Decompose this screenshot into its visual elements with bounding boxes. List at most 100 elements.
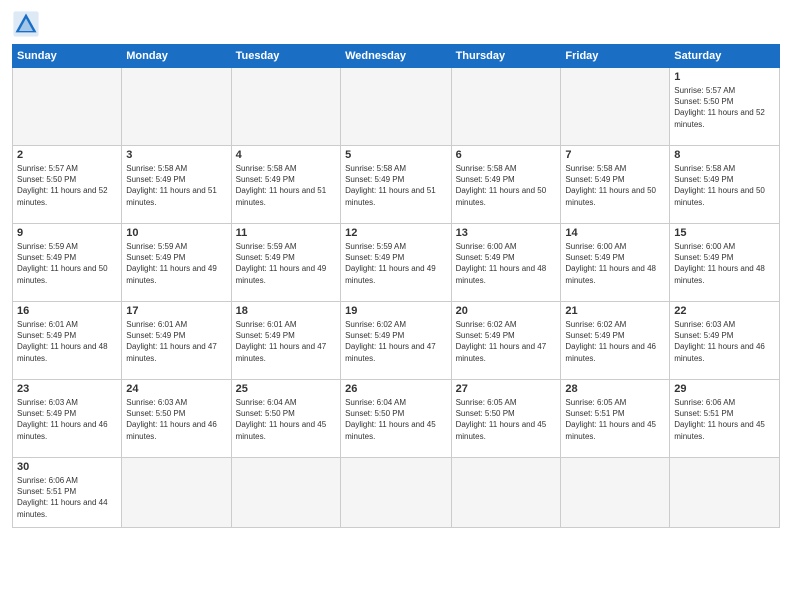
- calendar-cell-4-4: 19 Sunrise: 6:02 AMSunset: 5:49 PMDayligh…: [341, 302, 451, 380]
- day-info: Sunrise: 6:02 AMSunset: 5:49 PMDaylight:…: [456, 319, 557, 364]
- day-number: 27: [456, 383, 557, 395]
- calendar-cell-6-6: [561, 458, 670, 528]
- calendar-cell-2-7: 8Sunrise: 5:58 AMSunset: 5:49 PMDaylight…: [670, 146, 780, 224]
- day-info: Sunrise: 6:03 AMSunset: 5:49 PMDaylight:…: [674, 319, 775, 364]
- day-number: 15: [674, 227, 775, 239]
- calendar-week-4: 16 Sunrise: 6:01 AMSunset: 5:49 PMDayligh…: [13, 302, 780, 380]
- calendar-cell-3-6: 14 Sunrise: 6:00 AMSunset: 5:49 PMDayligh…: [561, 224, 670, 302]
- weekday-header-thursday: Thursday: [451, 45, 561, 68]
- day-number: 24: [126, 383, 226, 395]
- day-number: 4: [236, 149, 336, 161]
- day-number: 7: [565, 149, 665, 161]
- day-info: Sunrise: 6:02 AMSunset: 5:49 PMDaylight:…: [345, 319, 446, 364]
- calendar-cell-1-5: [451, 68, 561, 146]
- calendar-cell-1-2: [122, 68, 231, 146]
- logo: [12, 10, 44, 38]
- calendar-cell-2-1: 2 Sunrise: 5:57 AMSunset: 5:50 PMDaylight…: [13, 146, 122, 224]
- calendar-cell-4-5: 20Sunrise: 6:02 AMSunset: 5:49 PMDayligh…: [451, 302, 561, 380]
- weekday-header-saturday: Saturday: [670, 45, 780, 68]
- calendar-cell-6-5: [451, 458, 561, 528]
- calendar-cell-1-7: 1Sunrise: 5:57 AMSunset: 5:50 PMDaylight…: [670, 68, 780, 146]
- calendar-cell-5-4: 26 Sunrise: 6:04 AMSunset: 5:50 PMDayligh…: [341, 380, 451, 458]
- day-number: 12: [345, 227, 446, 239]
- day-number: 8: [674, 149, 775, 161]
- day-info: Sunrise: 5:59 AMSunset: 5:49 PMDaylight:…: [17, 241, 117, 286]
- weekday-header-sunday: Sunday: [13, 45, 122, 68]
- calendar-cell-3-1: 9 Sunrise: 5:59 AMSunset: 5:49 PMDaylight…: [13, 224, 122, 302]
- calendar-cell-3-7: 15 Sunrise: 6:00 AMSunset: 5:49 PMDayligh…: [670, 224, 780, 302]
- day-number: 28: [565, 383, 665, 395]
- day-number: 13: [456, 227, 557, 239]
- day-info: Sunrise: 5:57 AMSunset: 5:50 PMDaylight:…: [17, 163, 117, 208]
- day-number: 29: [674, 383, 775, 395]
- calendar-cell-5-2: 24 Sunrise: 6:03 AMSunset: 5:50 PMDayligh…: [122, 380, 231, 458]
- calendar-cell-4-3: 18 Sunrise: 6:01 AMSunset: 5:49 PMDayligh…: [231, 302, 340, 380]
- calendar-cell-2-4: 5 Sunrise: 5:58 AMSunset: 5:49 PMDaylight…: [341, 146, 451, 224]
- calendar-cell-6-1: 30 Sunrise: 6:06 AMSunset: 5:51 PMDayligh…: [13, 458, 122, 528]
- day-info: Sunrise: 6:04 AMSunset: 5:50 PMDaylight:…: [345, 397, 446, 442]
- day-number: 26: [345, 383, 446, 395]
- day-info: Sunrise: 5:58 AMSunset: 5:49 PMDaylight:…: [236, 163, 336, 208]
- calendar-week-6: 30 Sunrise: 6:06 AMSunset: 5:51 PMDayligh…: [13, 458, 780, 528]
- day-info: Sunrise: 6:06 AMSunset: 5:51 PMDaylight:…: [674, 397, 775, 442]
- calendar-cell-1-6: [561, 68, 670, 146]
- day-info: Sunrise: 6:05 AMSunset: 5:50 PMDaylight:…: [456, 397, 557, 442]
- day-number: 18: [236, 305, 336, 317]
- calendar-cell-6-4: [341, 458, 451, 528]
- day-info: Sunrise: 5:57 AMSunset: 5:50 PMDaylight:…: [674, 85, 775, 130]
- day-number: 11: [236, 227, 336, 239]
- calendar-cell-4-6: 21Sunrise: 6:02 AMSunset: 5:49 PMDayligh…: [561, 302, 670, 380]
- calendar-cell-5-7: 29 Sunrise: 6:06 AMSunset: 5:51 PMDayligh…: [670, 380, 780, 458]
- calendar-cell-2-5: 6Sunrise: 5:58 AMSunset: 5:49 PMDaylight…: [451, 146, 561, 224]
- calendar-cell-5-5: 27 Sunrise: 6:05 AMSunset: 5:50 PMDayligh…: [451, 380, 561, 458]
- day-number: 5: [345, 149, 446, 161]
- day-number: 22: [674, 305, 775, 317]
- calendar-cell-4-7: 22 Sunrise: 6:03 AMSunset: 5:49 PMDayligh…: [670, 302, 780, 380]
- calendar-cell-3-5: 13 Sunrise: 6:00 AMSunset: 5:49 PMDayligh…: [451, 224, 561, 302]
- page: SundayMondayTuesdayWednesdayThursdayFrid…: [0, 0, 792, 612]
- day-number: 23: [17, 383, 117, 395]
- day-info: Sunrise: 6:01 AMSunset: 5:49 PMDaylight:…: [126, 319, 226, 364]
- day-info: Sunrise: 6:06 AMSunset: 5:51 PMDaylight:…: [17, 475, 117, 520]
- day-info: Sunrise: 6:03 AMSunset: 5:50 PMDaylight:…: [126, 397, 226, 442]
- day-number: 30: [17, 461, 117, 473]
- day-info: Sunrise: 6:00 AMSunset: 5:49 PMDaylight:…: [674, 241, 775, 286]
- day-number: 16: [17, 305, 117, 317]
- calendar-cell-3-4: 12Sunrise: 5:59 AMSunset: 5:49 PMDayligh…: [341, 224, 451, 302]
- day-info: Sunrise: 6:01 AMSunset: 5:49 PMDaylight:…: [17, 319, 117, 364]
- calendar-cell-3-3: 11Sunrise: 5:59 AMSunset: 5:49 PMDayligh…: [231, 224, 340, 302]
- day-number: 19: [345, 305, 446, 317]
- calendar-cell-1-4: [341, 68, 451, 146]
- calendar-week-5: 23Sunrise: 6:03 AMSunset: 5:49 PMDayligh…: [13, 380, 780, 458]
- logo-icon: [12, 10, 40, 38]
- day-info: Sunrise: 5:58 AMSunset: 5:49 PMDaylight:…: [126, 163, 226, 208]
- day-info: Sunrise: 6:05 AMSunset: 5:51 PMDaylight:…: [565, 397, 665, 442]
- day-number: 25: [236, 383, 336, 395]
- day-info: Sunrise: 6:00 AMSunset: 5:49 PMDaylight:…: [456, 241, 557, 286]
- day-info: Sunrise: 6:02 AMSunset: 5:49 PMDaylight:…: [565, 319, 665, 364]
- calendar-cell-1-3: [231, 68, 340, 146]
- day-info: Sunrise: 5:59 AMSunset: 5:49 PMDaylight:…: [126, 241, 226, 286]
- calendar-week-2: 2 Sunrise: 5:57 AMSunset: 5:50 PMDaylight…: [13, 146, 780, 224]
- day-number: 2: [17, 149, 117, 161]
- day-info: Sunrise: 6:00 AMSunset: 5:49 PMDaylight:…: [565, 241, 665, 286]
- day-number: 17: [126, 305, 226, 317]
- calendar-cell-5-6: 28 Sunrise: 6:05 AMSunset: 5:51 PMDayligh…: [561, 380, 670, 458]
- day-info: Sunrise: 6:01 AMSunset: 5:49 PMDaylight:…: [236, 319, 336, 364]
- day-number: 14: [565, 227, 665, 239]
- day-number: 9: [17, 227, 117, 239]
- weekday-header-tuesday: Tuesday: [231, 45, 340, 68]
- calendar-cell-3-2: 10Sunrise: 5:59 AMSunset: 5:49 PMDayligh…: [122, 224, 231, 302]
- calendar-cell-5-3: 25 Sunrise: 6:04 AMSunset: 5:50 PMDayligh…: [231, 380, 340, 458]
- calendar-cell-2-3: 4 Sunrise: 5:58 AMSunset: 5:49 PMDaylight…: [231, 146, 340, 224]
- day-info: Sunrise: 6:04 AMSunset: 5:50 PMDaylight:…: [236, 397, 336, 442]
- calendar-week-3: 9 Sunrise: 5:59 AMSunset: 5:49 PMDaylight…: [13, 224, 780, 302]
- day-info: Sunrise: 5:58 AMSunset: 5:49 PMDaylight:…: [565, 163, 665, 208]
- day-info: Sunrise: 5:58 AMSunset: 5:49 PMDaylight:…: [345, 163, 446, 208]
- calendar-cell-6-7: [670, 458, 780, 528]
- calendar-cell-6-2: [122, 458, 231, 528]
- calendar-cell-5-1: 23Sunrise: 6:03 AMSunset: 5:49 PMDayligh…: [13, 380, 122, 458]
- calendar-cell-4-1: 16 Sunrise: 6:01 AMSunset: 5:49 PMDayligh…: [13, 302, 122, 380]
- calendar-cell-1-1: [13, 68, 122, 146]
- day-info: Sunrise: 5:58 AMSunset: 5:49 PMDaylight:…: [456, 163, 557, 208]
